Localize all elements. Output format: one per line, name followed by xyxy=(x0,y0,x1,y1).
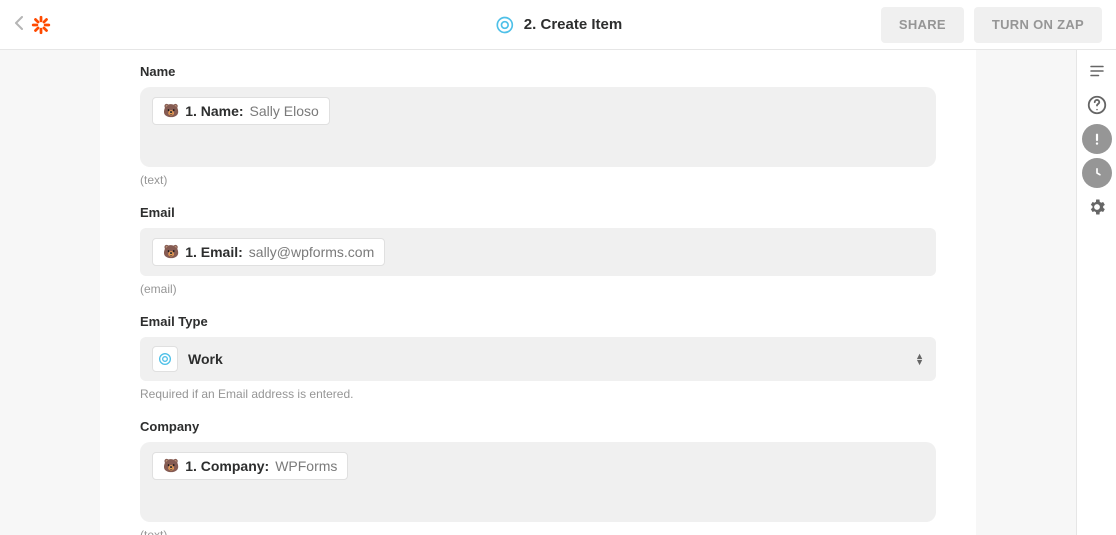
pill-email[interactable]: 🐻 1. Email: sally@wpforms.com xyxy=(152,238,385,266)
help-icon[interactable] xyxy=(1082,90,1112,120)
right-rail xyxy=(1076,50,1116,535)
select-value: Work xyxy=(188,351,223,367)
turn-on-zap-button[interactable]: TURN ON ZAP xyxy=(974,7,1102,43)
back-chevron-icon[interactable] xyxy=(14,14,24,35)
email-type-select[interactable]: Work ▲▼ xyxy=(140,337,936,381)
field-label-company: Company xyxy=(140,419,936,434)
canvas: Name 🐻 1. Name: Sally Eloso (text) Email… xyxy=(0,50,1076,535)
pill-label: 1. Email: xyxy=(185,244,243,260)
pill-label: 1. Name: xyxy=(185,103,243,119)
step-title: 2. Create Item xyxy=(524,16,622,33)
hint-company: (text) xyxy=(140,528,936,535)
podio-app-icon xyxy=(494,14,516,36)
alert-icon[interactable] xyxy=(1082,124,1112,154)
share-button[interactable]: SHARE xyxy=(881,7,964,43)
zapier-logo-icon[interactable] xyxy=(30,14,52,36)
settings-gear-icon[interactable] xyxy=(1082,192,1112,222)
podio-small-icon xyxy=(152,346,178,372)
hint-name: (text) xyxy=(140,173,936,187)
select-left: Work xyxy=(152,346,223,372)
history-icon[interactable] xyxy=(1082,158,1112,188)
field-email: Email 🐻 1. Email: sally@wpforms.com (ema… xyxy=(140,205,936,296)
field-label-email: Email xyxy=(140,205,936,220)
top-bar: 2. Create Item SHARE TURN ON ZAP xyxy=(0,0,1116,50)
outline-icon[interactable] xyxy=(1082,56,1112,86)
pill-value: Sally Eloso xyxy=(250,103,319,119)
pill-company[interactable]: 🐻 1. Company: WPForms xyxy=(152,452,348,480)
pill-label: 1. Company: xyxy=(185,458,269,474)
hint-email: (email) xyxy=(140,282,936,296)
topbar-left xyxy=(14,14,52,36)
hint-email-type: Required if an Email address is entered. xyxy=(140,387,936,401)
topbar-right: SHARE TURN ON ZAP xyxy=(881,7,1102,43)
wpforms-source-icon: 🐻 xyxy=(163,244,179,260)
pill-value: sally@wpforms.com xyxy=(249,244,374,260)
pill-name[interactable]: 🐻 1. Name: Sally Eloso xyxy=(152,97,330,125)
sort-caret-icon: ▲▼ xyxy=(915,353,924,365)
field-company: Company 🐻 1. Company: WPForms (text) xyxy=(140,419,936,535)
pill-value: WPForms xyxy=(275,458,337,474)
form-panel: Name 🐻 1. Name: Sally Eloso (text) Email… xyxy=(100,50,976,535)
field-name: Name 🐻 1. Name: Sally Eloso (text) xyxy=(140,64,936,187)
wpforms-source-icon: 🐻 xyxy=(163,458,179,474)
wpforms-source-icon: 🐻 xyxy=(163,103,179,119)
company-input[interactable]: 🐻 1. Company: WPForms xyxy=(140,442,936,522)
email-input[interactable]: 🐻 1. Email: sally@wpforms.com xyxy=(140,228,936,276)
field-email-type: Email Type Work ▲▼ Required if an Email … xyxy=(140,314,936,401)
field-label-email-type: Email Type xyxy=(140,314,936,329)
field-label-name: Name xyxy=(140,64,936,79)
name-input[interactable]: 🐻 1. Name: Sally Eloso xyxy=(140,87,936,167)
topbar-center: 2. Create Item xyxy=(494,14,622,36)
